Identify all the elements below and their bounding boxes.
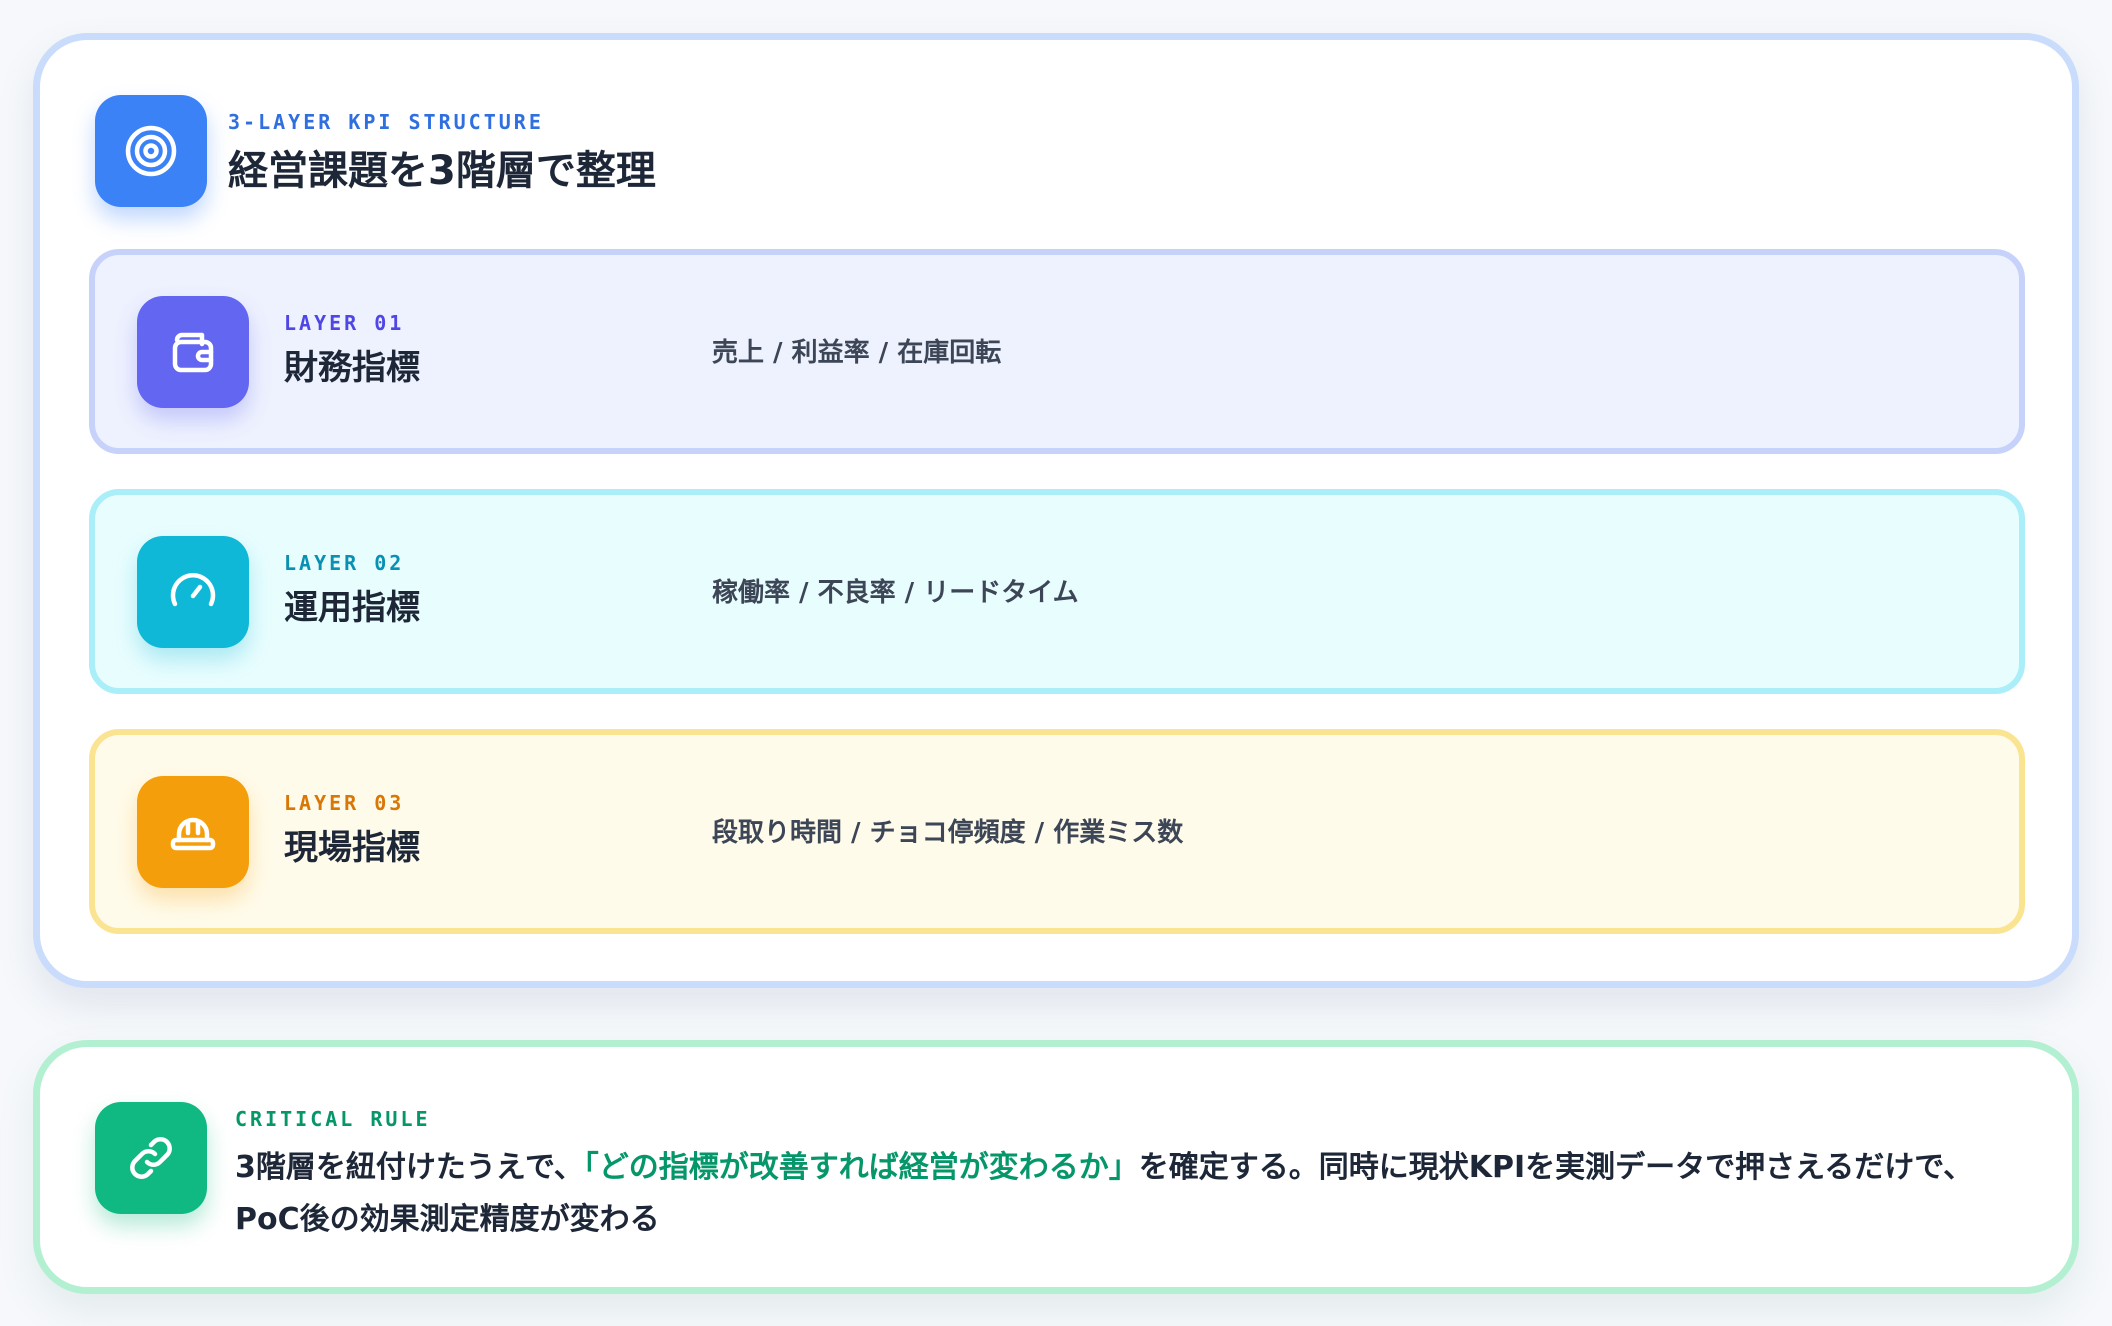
layer-card-field: LAYER 03 現場指標 段取り時間 / チョコ停頻度 / 作業ミス数 bbox=[89, 729, 2025, 934]
layer-eyebrow: LAYER 02 bbox=[284, 551, 405, 575]
layer-card-operational: LAYER 02 運用指標 稼働率 / 不良率 / リードタイム bbox=[89, 489, 2025, 694]
layer-metrics: 段取り時間 / チョコ停頻度 / 作業ミス数 bbox=[712, 818, 1184, 848]
rule-text-before: 3階層を紐付けたうえで、 bbox=[235, 1150, 584, 1185]
layer-name: 現場指標 bbox=[284, 828, 420, 868]
wallet-icon bbox=[137, 296, 249, 408]
layer-metrics: 売上 / 利益率 / 在庫回転 bbox=[712, 338, 1002, 368]
critical-rule-card: CRITICAL RULE 3階層を紐付けたうえで、「どの指標が改善すれば経営が… bbox=[33, 1040, 2079, 1294]
rule-text-highlight: 「どの指標が改善すれば経営が変わるか」 bbox=[583, 1150, 1139, 1185]
rule-text: 3階層を紐付けたうえで、「どの指標が改善すれば経営が変わるか」を確定する。同時に… bbox=[235, 1142, 2035, 1246]
kpi-structure-card: 3-LAYER KPI STRUCTURE 経営課題を3階層で整理 LAYER … bbox=[33, 33, 2079, 988]
layer-metrics: 稼働率 / 不良率 / リードタイム bbox=[712, 578, 1079, 608]
rule-eyebrow: CRITICAL RULE bbox=[235, 1107, 431, 1131]
layer-card-financial: LAYER 01 財務指標 売上 / 利益率 / 在庫回転 bbox=[89, 249, 2025, 454]
section-title: 経営課題を3階層で整理 bbox=[228, 148, 656, 194]
target-icon bbox=[95, 95, 207, 207]
hard-hat-icon bbox=[137, 776, 249, 888]
gauge-icon bbox=[137, 536, 249, 648]
layer-name: 財務指標 bbox=[284, 348, 420, 388]
layer-name: 運用指標 bbox=[284, 588, 420, 628]
link-icon bbox=[95, 1102, 207, 1214]
section-eyebrow: 3-LAYER KPI STRUCTURE bbox=[228, 110, 544, 134]
layer-eyebrow: LAYER 01 bbox=[284, 311, 405, 335]
layer-eyebrow: LAYER 03 bbox=[284, 791, 405, 815]
